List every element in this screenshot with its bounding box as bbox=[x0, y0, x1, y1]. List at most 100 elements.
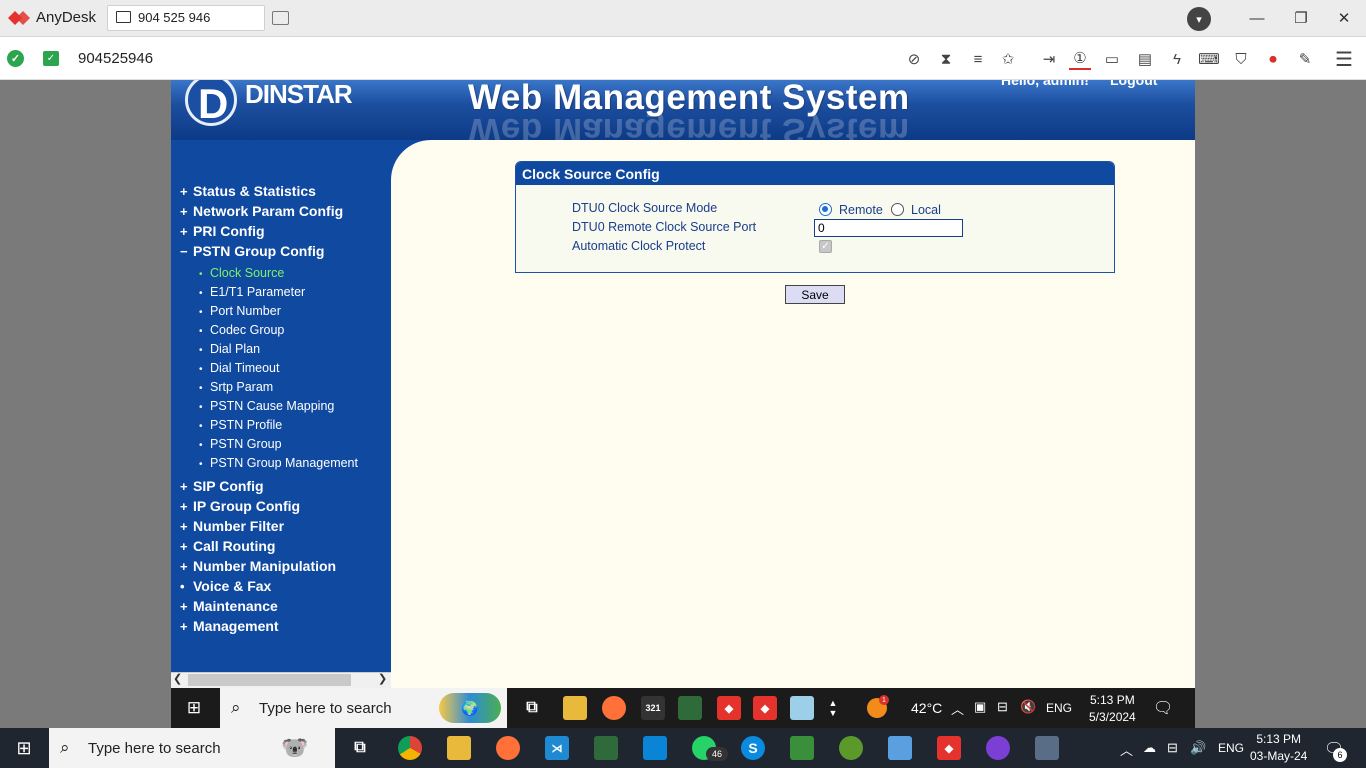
nav-number-manipulation[interactable]: + Number Manipulation bbox=[180, 558, 336, 574]
expand-icon: + bbox=[180, 184, 188, 199]
firefox-icon[interactable] bbox=[602, 696, 626, 720]
subnav-dial-plan[interactable]: • Dial Plan bbox=[199, 342, 260, 356]
remote-radio[interactable] bbox=[819, 203, 832, 216]
volume-icon[interactable]: 🔊 bbox=[1190, 740, 1206, 756]
scroll-left-icon[interactable]: ❮ bbox=[173, 672, 182, 685]
network-tool-icon[interactable] bbox=[839, 736, 863, 760]
chat-icon[interactable]: ▤ bbox=[1134, 48, 1156, 70]
monitor-select-icon[interactable]: ① bbox=[1069, 48, 1091, 70]
language-indicator[interactable]: ENG bbox=[1046, 701, 1072, 715]
display-off-icon[interactable]: ⊘ bbox=[903, 48, 925, 70]
task-view-icon[interactable]: ⧉ bbox=[348, 736, 372, 760]
nav-maintenance[interactable]: + Maintenance bbox=[180, 598, 278, 614]
subnav-pstn-group[interactable]: • PSTN Group bbox=[199, 437, 282, 451]
subnav-port-number[interactable]: • Port Number bbox=[199, 304, 281, 318]
remote-clock[interactable]: 5:13 PM 5/3/2024 bbox=[1089, 692, 1136, 726]
nav-pstn-group-config[interactable]: − PSTN Group Config bbox=[180, 243, 324, 259]
subnav-pstn-group-management[interactable]: • PSTN Group Management bbox=[199, 456, 358, 470]
close-button[interactable]: ✕ bbox=[1330, 7, 1358, 29]
subnav-e1t1-parameter[interactable]: • E1/T1 Parameter bbox=[199, 285, 305, 299]
subnav-dial-timeout[interactable]: • Dial Timeout bbox=[199, 361, 279, 375]
network-icon[interactable]: ⊟ bbox=[997, 699, 1008, 715]
mode-label: DTU0 Clock Source Mode bbox=[572, 201, 718, 215]
local-radio[interactable] bbox=[891, 203, 904, 216]
network-icon[interactable]: ⊟ bbox=[1167, 740, 1178, 756]
language-indicator[interactable]: ENG bbox=[1218, 741, 1244, 755]
calendar-icon[interactable]: 321 bbox=[641, 696, 665, 720]
notifications-icon[interactable]: 🗨 bbox=[1153, 698, 1173, 718]
chrome-icon[interactable] bbox=[398, 736, 422, 760]
nav-status-statistics[interactable]: + Status & Statistics bbox=[180, 183, 316, 199]
actions-icon[interactable]: ϟ bbox=[1166, 48, 1188, 70]
remote-address-input[interactable] bbox=[70, 44, 900, 72]
subnav-label: PSTN Group bbox=[210, 437, 282, 451]
snipping-tool-icon[interactable] bbox=[678, 696, 702, 720]
remote-search-placeholder: Type here to search bbox=[259, 700, 392, 717]
search-highlight-icon[interactable]: 🐨 bbox=[265, 731, 325, 765]
subnav-srtp-param[interactable]: • Srtp Param bbox=[199, 380, 273, 394]
save-button[interactable]: Save bbox=[785, 285, 845, 304]
hourglass-icon[interactable]: ⧗ bbox=[935, 48, 957, 70]
file-explorer-icon[interactable] bbox=[563, 696, 587, 720]
notification-count: 6 bbox=[1333, 748, 1347, 762]
firefox-icon[interactable] bbox=[496, 736, 520, 760]
task-view-icon[interactable]: ⧉ bbox=[520, 696, 544, 720]
keyboard-icon[interactable]: ⌨ bbox=[1198, 48, 1220, 70]
volume-muted-icon[interactable]: 🔇 bbox=[1020, 699, 1036, 715]
anydesk-icon[interactable]: ◆ bbox=[937, 736, 961, 760]
show-hidden-icons[interactable]: ︿ bbox=[951, 699, 964, 718]
vscode-icon[interactable]: ⋊ bbox=[545, 736, 569, 760]
show-hidden-icons[interactable]: ︿ bbox=[1120, 740, 1133, 759]
subnav-pstn-profile[interactable]: • PSTN Profile bbox=[199, 418, 282, 432]
notepad-plus-icon[interactable] bbox=[790, 736, 814, 760]
document-icon[interactable] bbox=[888, 736, 912, 760]
subnav-clock-source[interactable]: • Clock Source bbox=[199, 266, 284, 280]
snipping-tool-icon[interactable] bbox=[594, 736, 618, 760]
nav-label: Voice & Fax bbox=[193, 578, 272, 594]
calculator-icon[interactable] bbox=[1035, 736, 1059, 760]
nav-ip-group-config[interactable]: + IP Group Config bbox=[180, 498, 300, 514]
scrollbar-thumb[interactable] bbox=[188, 674, 351, 686]
windows-start-icon[interactable]: ⊞ bbox=[15, 738, 33, 758]
clock-source-port-input[interactable] bbox=[814, 219, 963, 237]
file-transfer-icon[interactable]: ⇥ bbox=[1038, 48, 1060, 70]
privacy-icon[interactable]: ⛉ bbox=[1230, 48, 1252, 70]
auto-clock-protect-checkbox[interactable]: ✓ bbox=[819, 240, 832, 253]
logout-link[interactable]: Logout bbox=[1110, 80, 1157, 88]
subnav-codec-group[interactable]: • Codec Group bbox=[199, 323, 284, 337]
logo-letter: D bbox=[198, 80, 229, 127]
nav-number-filter[interactable]: + Number Filter bbox=[180, 518, 284, 534]
anydesk-icon-2[interactable]: ◆ bbox=[753, 696, 777, 720]
nav-pri-config[interactable]: + PRI Config bbox=[180, 223, 265, 239]
account-menu-button[interactable]: ▾ bbox=[1187, 7, 1211, 31]
meet-icon[interactable]: ▣ bbox=[974, 699, 986, 715]
local-clock[interactable]: 5:13 PM 03-May-24 bbox=[1250, 731, 1307, 765]
nav-management[interactable]: + Management bbox=[180, 618, 279, 634]
draw-icon[interactable]: ✎ bbox=[1294, 48, 1316, 70]
skype-icon[interactable]: S bbox=[741, 736, 765, 760]
nav-voice-fax[interactable]: • Voice & Fax bbox=[180, 578, 271, 594]
taskbar-scroll-icon[interactable]: ▲ ▼ bbox=[827, 690, 839, 726]
windows-start-icon[interactable]: ⊞ bbox=[185, 698, 203, 717]
menu-icon[interactable]: ☰ bbox=[1333, 48, 1355, 71]
favorite-icon[interactable]: ✩ bbox=[997, 48, 1019, 70]
minimize-button[interactable]: — bbox=[1243, 7, 1271, 29]
display-icon[interactable]: ▭ bbox=[1101, 48, 1123, 70]
search-highlight-icon[interactable]: 🌍 bbox=[439, 693, 501, 723]
database-icon[interactable]: ≡ bbox=[967, 48, 989, 70]
new-session-icon[interactable] bbox=[272, 11, 289, 25]
anydesk-icon[interactable]: ◆ bbox=[717, 696, 741, 720]
remote-radio-label: Remote bbox=[839, 203, 883, 217]
tor-browser-icon[interactable] bbox=[986, 736, 1010, 760]
wifi-icon[interactable]: ☁ bbox=[1143, 740, 1156, 756]
restore-button[interactable]: ❐ bbox=[1287, 7, 1315, 29]
remote-desktop-icon[interactable] bbox=[643, 736, 667, 760]
file-explorer-icon[interactable] bbox=[447, 736, 471, 760]
nav-network-param-config[interactable]: + Network Param Config bbox=[180, 203, 343, 219]
subnav-pstn-cause-mapping[interactable]: • PSTN Cause Mapping bbox=[199, 399, 334, 413]
record-icon[interactable]: ⏺ bbox=[1262, 48, 1284, 70]
nav-call-routing[interactable]: + Call Routing bbox=[180, 538, 275, 554]
notepad-icon[interactable] bbox=[790, 696, 814, 720]
nav-sip-config[interactable]: + SIP Config bbox=[180, 478, 264, 494]
scroll-right-icon[interactable]: ❯ bbox=[378, 672, 387, 685]
